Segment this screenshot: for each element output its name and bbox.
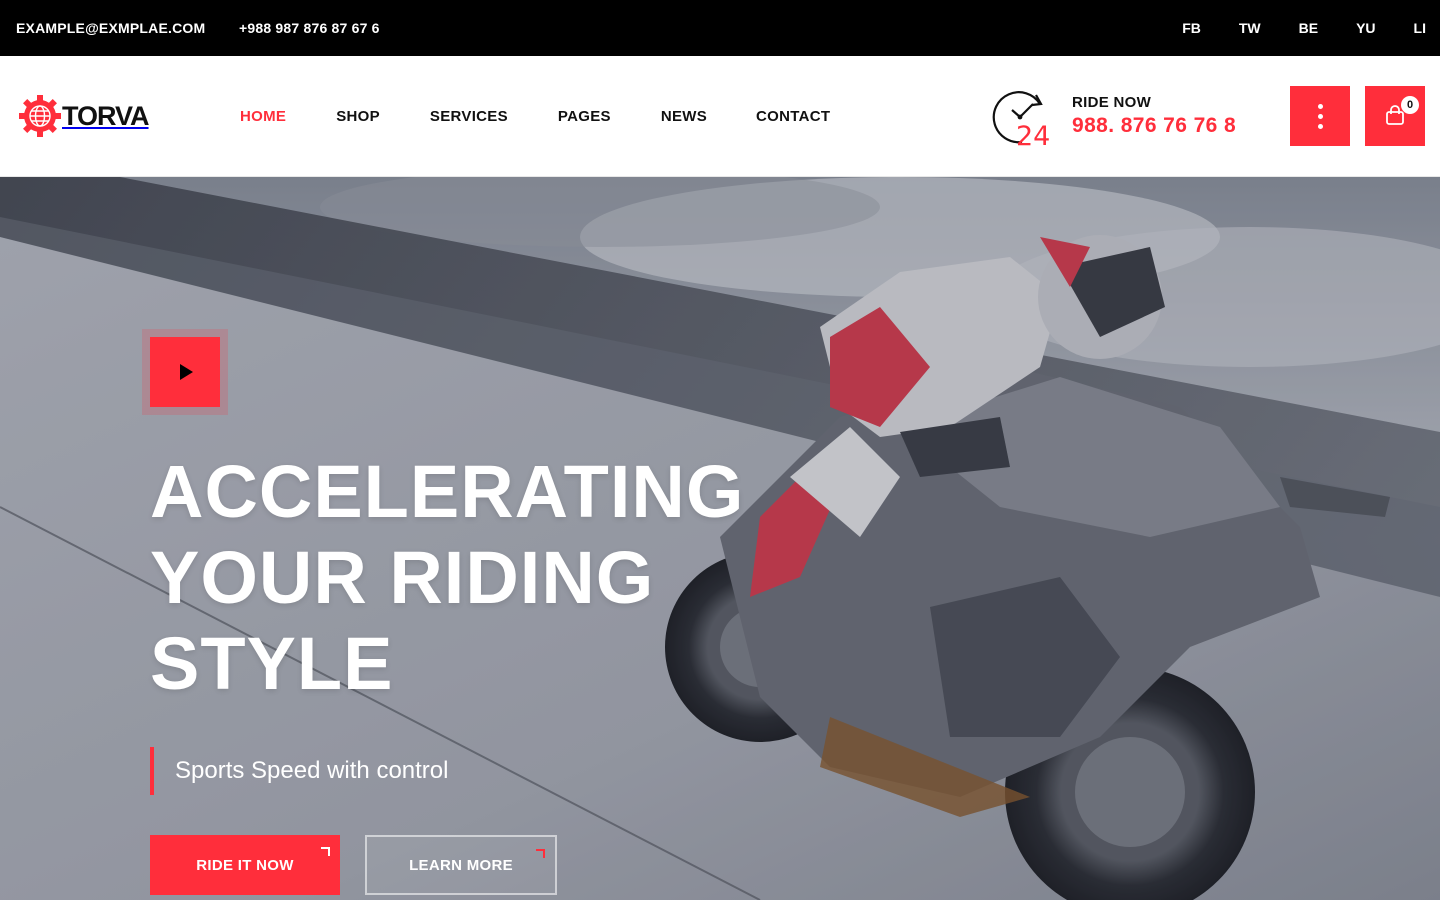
hero-title-line-1: ACCELERATING xyxy=(150,450,745,533)
gear-globe-icon xyxy=(19,95,61,137)
topbar-phone[interactable]: +988 987 876 87 67 6 xyxy=(239,0,380,56)
hero-tagline: Sports Speed with control xyxy=(150,747,448,795)
nav-item-contact[interactable]: CONTACT xyxy=(756,108,830,125)
ride-now-phone[interactable]: 988. 876 76 76 8 xyxy=(1072,114,1236,138)
cart-count-badge: 0 xyxy=(1401,96,1419,114)
ride-it-now-label: RIDE IT NOW xyxy=(196,856,294,874)
play-icon xyxy=(180,364,193,380)
clock-24-icon: 24 xyxy=(992,91,1050,150)
corner-accent-icon xyxy=(321,847,330,856)
ride-now-label: RIDE NOW xyxy=(1072,94,1152,111)
nav-item-shop[interactable]: SHOP xyxy=(336,108,380,125)
menu-button[interactable] xyxy=(1290,86,1350,146)
clock-24-number: 24 xyxy=(1016,121,1050,150)
hero-title-line-2: YOUR RIDING xyxy=(150,536,655,619)
nav-item-home[interactable]: HOME xyxy=(240,108,286,125)
social-link-li[interactable]: LI xyxy=(1414,20,1426,36)
social-link-fb[interactable]: FB xyxy=(1182,20,1201,36)
ride-now-block: 24 RIDE NOW 988. 876 76 76 8 xyxy=(990,86,1260,150)
social-link-yu[interactable]: YU xyxy=(1356,20,1375,36)
site-header: TORVA HOME SHOP SERVICES PAGES NEWS CONT… xyxy=(0,56,1440,177)
hero-title: ACCELERATING YOUR RIDING STYLE xyxy=(150,449,850,707)
topbar-email[interactable]: EXAMPLE@EXMPLAE.COM xyxy=(16,0,205,56)
nav-item-news[interactable]: NEWS xyxy=(661,108,707,125)
nav-item-pages[interactable]: PAGES xyxy=(558,108,611,125)
hero-title-line-3: STYLE xyxy=(150,622,394,705)
cart-button[interactable]: 0 xyxy=(1365,86,1425,146)
play-video-button[interactable] xyxy=(150,337,220,407)
corner-accent-icon xyxy=(536,849,545,858)
learn-more-label: LEARN MORE xyxy=(409,856,513,874)
social-link-tw[interactable]: TW xyxy=(1239,20,1261,36)
main-nav: HOME SHOP SERVICES PAGES NEWS CONTACT xyxy=(240,56,830,176)
hero-tagline-text: Sports Speed with control xyxy=(175,757,449,784)
logo-text: TORVA xyxy=(62,100,150,131)
learn-more-button[interactable]: LEARN MORE xyxy=(365,835,557,895)
ride-it-now-button[interactable]: RIDE IT NOW xyxy=(150,835,340,895)
vertical-dots-icon xyxy=(1317,103,1323,129)
social-links: FB TW BE YU LI xyxy=(1144,0,1426,56)
site-logo[interactable]: TORVA xyxy=(16,92,161,140)
hero-section: ACCELERATING YOUR RIDING STYLE Sports Sp… xyxy=(0,177,1440,900)
nav-item-services[interactable]: SERVICES xyxy=(430,108,508,125)
social-link-be[interactable]: BE xyxy=(1299,20,1318,36)
top-bar: EXAMPLE@EXMPLAE.COM +988 987 876 87 67 6… xyxy=(0,0,1440,56)
